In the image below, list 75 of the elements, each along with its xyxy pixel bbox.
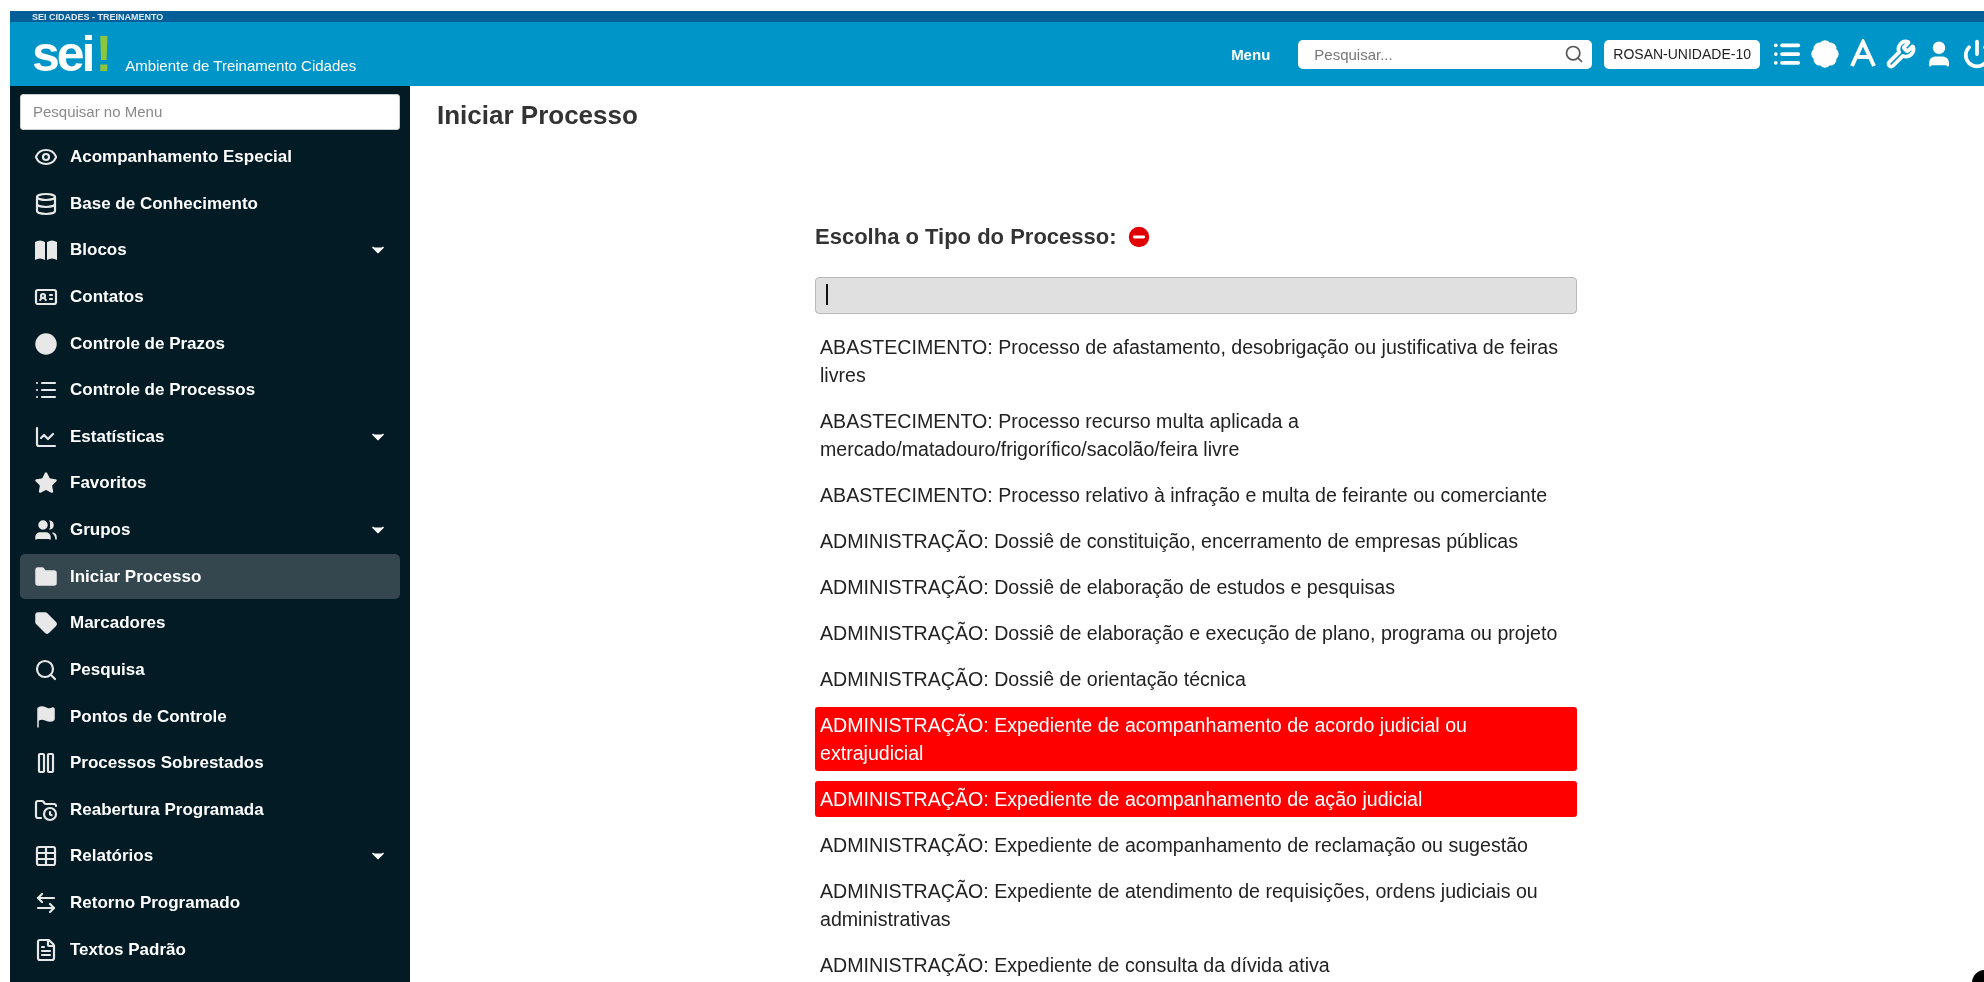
text-cursor xyxy=(826,284,828,305)
process-type-option[interactable]: ADMINISTRAÇÃO: Dossiê de elaboração de estudos e pesquisas xyxy=(815,569,1577,605)
sidebar-item-label: Retorno Programado xyxy=(70,893,242,914)
environment-label: SEI CIDADES - TREINAMENTO xyxy=(32,12,164,22)
sidebar-item[interactable]: Textos Padrão xyxy=(20,927,400,972)
process-type-option[interactable]: ABASTECIMENTO: Processo relativo à infração e multa de feirante ou comerciante xyxy=(815,477,1577,513)
sidebar-item-label: Textos Padrão xyxy=(70,939,187,960)
table-icon xyxy=(34,844,58,869)
sidebar-item-label: Iniciar Processo xyxy=(70,566,203,587)
process-type-option[interactable]: ADMINISTRAÇÃO: Expediente de atendimento de requisições, ordens judiciais ou administrativas xyxy=(815,873,1577,937)
process-type-option[interactable]: ADMINISTRAÇÃO: Expediente de acompanhamento de reclamação ou sugestão xyxy=(815,827,1577,863)
sidebar-item-label: Grupos xyxy=(70,520,132,541)
document-icon xyxy=(34,937,58,962)
search-field[interactable]: Pesquisar... xyxy=(1298,39,1593,69)
flag-icon xyxy=(34,704,58,729)
sidebar-item[interactable]: Acompanhamento Especial xyxy=(20,134,400,180)
sidebar-item[interactable]: Blocos xyxy=(20,227,400,273)
process-type-option[interactable]: ADMINISTRAÇÃO: Dossiê de constituição, encerramento de empresas públicas xyxy=(815,523,1577,559)
sidebar-item[interactable]: Retorno Programado xyxy=(20,880,400,926)
search-icon xyxy=(34,657,58,682)
sidebar-item-label: Base de Conhecimento xyxy=(70,193,259,214)
logo: sei! xyxy=(32,29,110,79)
sidebar-item-label: Favoritos xyxy=(70,473,148,494)
sidebar-item[interactable]: Pontos de Controle xyxy=(20,694,400,739)
sidebar-item[interactable]: Base de Conhecimento xyxy=(20,181,400,226)
sidebar-item-label: Marcadores xyxy=(70,613,167,634)
search-icon[interactable] xyxy=(1564,43,1585,64)
tools-icon[interactable] xyxy=(1886,39,1916,69)
sidebar-item[interactable]: Processos Sobrestados xyxy=(20,740,400,786)
sidebar-item[interactable]: Controle de Prazos xyxy=(20,321,400,366)
users-icon xyxy=(34,518,58,543)
menu-search-field[interactable]: Pesquisar no Menu xyxy=(20,94,400,130)
power-icon[interactable] xyxy=(1962,39,1984,69)
font-icon[interactable] xyxy=(1848,39,1878,69)
folder-icon xyxy=(34,564,58,589)
environment-title: Ambiente de Treinamento Cidades xyxy=(125,56,357,74)
unit-selector[interactable]: ROSAN-UNIDADE-10 xyxy=(1604,39,1760,69)
sidebar-item-label: Pontos de Controle xyxy=(70,706,228,727)
sidebar-item[interactable]: Reabertura Programada xyxy=(20,787,400,833)
sidebar-item[interactable]: Contatos xyxy=(20,274,400,320)
process-type-option[interactable]: ADMINISTRAÇÃO: Expediente de acompanhamento de acordo judicial ou extrajudicial xyxy=(815,707,1577,771)
sidebar-item[interactable]: Iniciar Processo xyxy=(20,554,400,599)
process-type-option[interactable]: ADMINISTRAÇÃO: Expediente de acompanhamento de ação judicial xyxy=(815,781,1577,817)
sidebar-item-label: Relatórios xyxy=(70,846,155,867)
sidebar-item-label: Controle de Processos xyxy=(70,380,257,401)
sidebar-item-label: Contatos xyxy=(70,286,145,307)
tag-icon xyxy=(34,611,58,636)
process-type-option[interactable]: ABASTECIMENTO: Processo de afastamento, desobrigação ou justificativa de feiras livres xyxy=(815,329,1577,393)
prompt-text: Escolha o Tipo do Processo: xyxy=(815,224,1117,250)
sidebar-item[interactable]: Grupos xyxy=(20,507,400,553)
sidebar-item-label: Estatísticas xyxy=(70,426,166,447)
process-type-option[interactable]: ADMINISTRAÇÃO: Dossiê de elaboração e execução de plano, programa ou projeto xyxy=(815,615,1577,651)
sidebar-item[interactable]: Favoritos xyxy=(20,461,400,506)
star-icon xyxy=(34,471,58,496)
folder-clock-icon xyxy=(34,797,58,822)
process-type-option[interactable]: ABASTECIMENTO: Processo recurso multa aplicada a mercado/matadouro/frigorífico/sacolão/feira livre xyxy=(815,403,1577,467)
sidebar-item[interactable]: Marcadores xyxy=(20,600,400,646)
process-type-option[interactable]: ADMINISTRAÇÃO: Dossiê de orientação técnica xyxy=(815,661,1577,697)
sidebar-item[interactable]: Relatórios xyxy=(20,834,400,879)
sidebar-item-label: Acompanhamento Especial xyxy=(70,147,293,168)
filter-field[interactable] xyxy=(815,277,1577,314)
line-chart-icon xyxy=(34,424,58,449)
sidebar-item-label: Pesquisa xyxy=(70,659,146,680)
page-title: Iniciar Processo xyxy=(437,100,639,131)
book-icon xyxy=(34,239,58,262)
sidebar-item-label: Controle de Prazos xyxy=(70,333,226,354)
sidebar-item[interactable]: Pesquisa xyxy=(20,647,400,693)
sidebar-item-label: Blocos xyxy=(70,240,128,261)
process-type-option[interactable]: ADMINISTRAÇÃO: Expediente de consulta da dívida ativa xyxy=(815,947,1577,982)
arrows-icon xyxy=(34,891,58,916)
sidebar-item[interactable]: Controle de Processos xyxy=(20,367,400,413)
sidebar-item[interactable]: Estatísticas xyxy=(20,414,400,460)
sidebar-item-label: Processos Sobrestados xyxy=(70,753,265,774)
database-icon xyxy=(34,191,58,216)
sidebar-item-label: Reabertura Programada xyxy=(70,799,265,820)
